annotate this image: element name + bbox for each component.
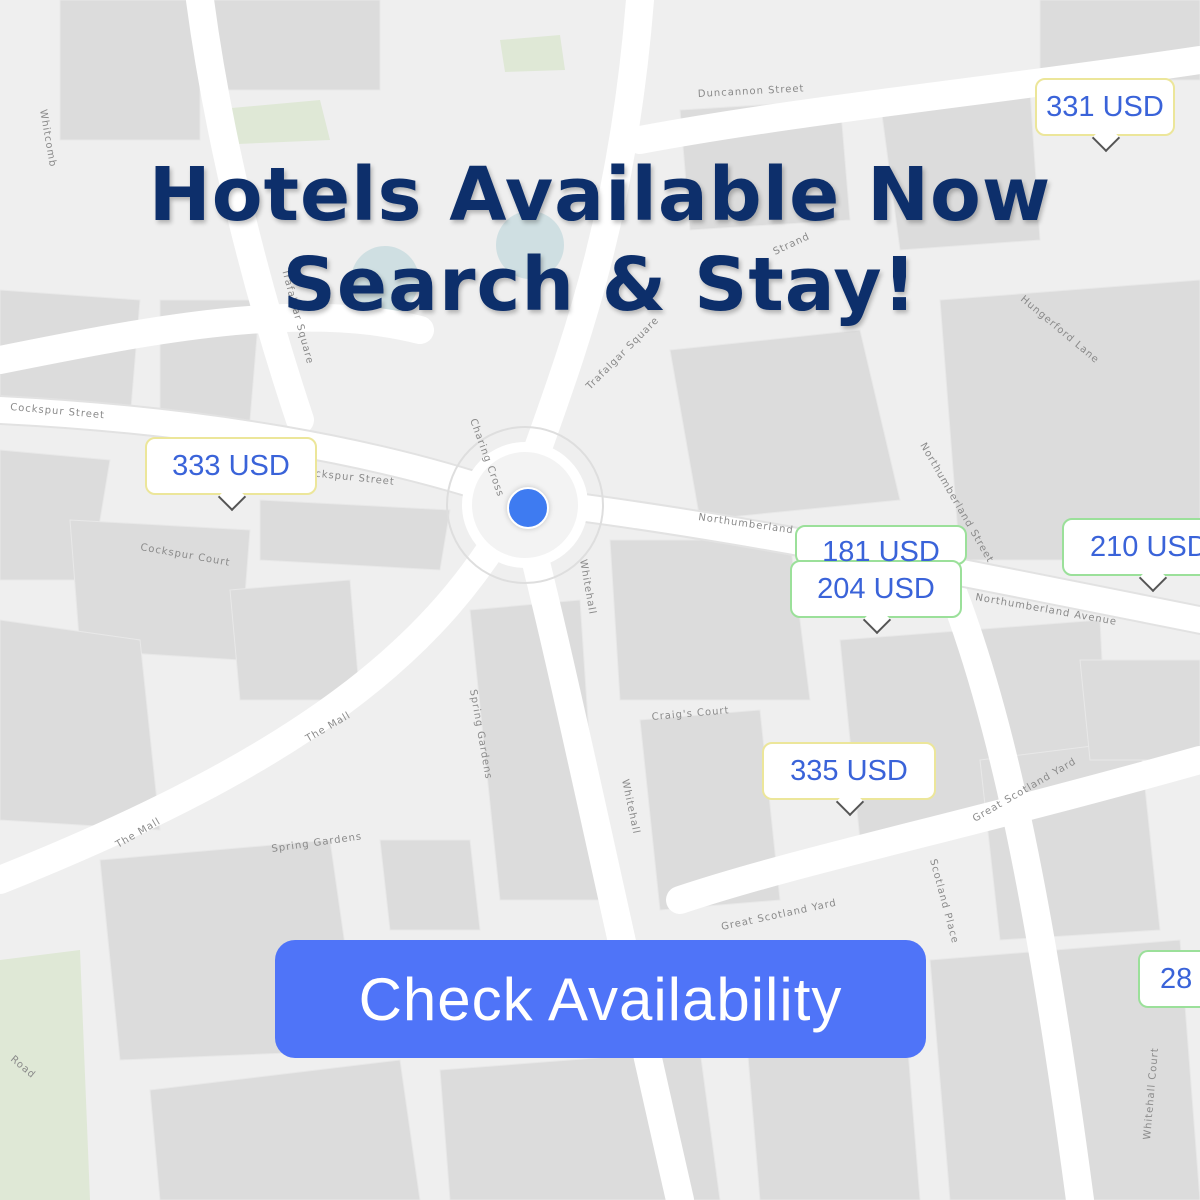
price-pin[interactable]: 210 USD [1062,518,1200,593]
price-pin-label: 331 USD [1046,90,1164,123]
headline-line-1: Hotels Available Now [148,152,1052,238]
price-pin-label: 28 [1160,962,1193,995]
ad-banner: Duncannon Street Cockspur Street Cockspu… [0,0,1200,1200]
check-availability-button[interactable]: Check Availability [275,940,926,1058]
price-pin-label: 333 USD [172,449,290,482]
price-pin[interactable]: 204 USD [790,560,962,635]
current-location-icon [507,487,549,529]
price-pin[interactable]: 335 USD [762,742,936,817]
price-pin-label: 181 USD [822,536,940,565]
headline-line-2: Search & Stay! [282,242,918,328]
price-pin-label: 335 USD [790,754,908,787]
price-pin[interactable]: 28 [1138,950,1200,1008]
headline: Hotels Available Now Search & Stay! [0,150,1200,330]
price-pin[interactable]: 333 USD [145,437,317,512]
price-pin-label: 204 USD [817,572,935,605]
price-pin[interactable]: 181 USD [795,525,967,565]
price-pin-label: 210 USD [1090,530,1200,563]
price-pin[interactable]: 331 USD [1035,78,1175,153]
